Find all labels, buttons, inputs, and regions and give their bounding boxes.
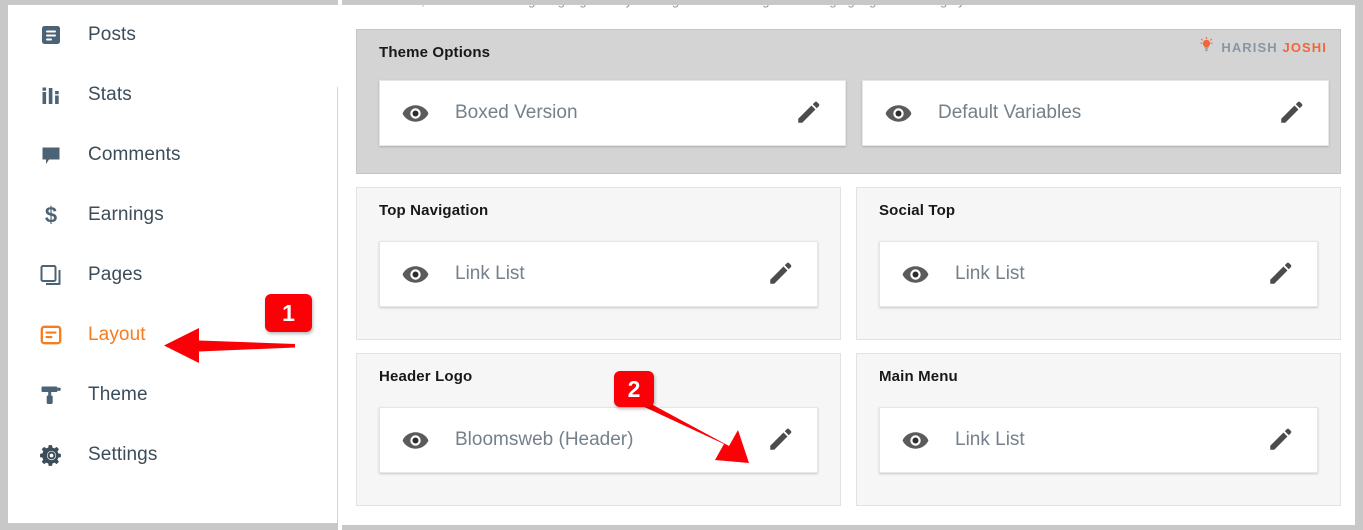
sidebar-item-label: Earnings: [88, 204, 164, 225]
widget-name: Link List: [955, 263, 1025, 284]
section-top-navigation: Top Navigation Link List: [356, 187, 841, 340]
page-description: Add, remove and configure gadgets on you…: [398, 5, 1298, 8]
sidebar-item-earnings[interactable]: $ Earnings: [8, 185, 338, 245]
svg-text:$: $: [45, 203, 57, 227]
widget-name: Link List: [455, 263, 525, 284]
sidebar-item-label: Pages: [88, 264, 143, 285]
screenshot-root: Posts Stats Comments $ Earnings Pages La…: [0, 0, 1363, 530]
eye-icon[interactable]: [902, 431, 929, 450]
widget-top-navigation-link-list[interactable]: Link List: [379, 241, 818, 307]
sidebar-item-settings[interactable]: Settings: [8, 425, 338, 485]
pencil-icon[interactable]: [1267, 427, 1293, 453]
layout-main-content: Add, remove and configure gadgets on you…: [342, 5, 1355, 525]
comments-icon: [36, 140, 66, 170]
widget-name: Link List: [955, 429, 1025, 450]
settings-icon: [36, 440, 66, 470]
widget-header-logo-bloomsweb[interactable]: Bloomsweb (Header): [379, 407, 818, 473]
eye-icon[interactable]: [902, 265, 929, 284]
widget-boxed-version[interactable]: Boxed Version: [379, 80, 846, 146]
section-social-top: Social Top Link List: [856, 187, 1341, 340]
section-header-logo: Header Logo Bloomsweb (Header): [356, 353, 841, 506]
widget-social-top-link-list[interactable]: Link List: [879, 241, 1318, 307]
header-logo-edit-pencil[interactable]: [767, 427, 793, 453]
widget-name: Default Variables: [938, 102, 1082, 123]
sidebar-item-stats[interactable]: Stats: [8, 65, 338, 125]
watermark-last-name: JOSHI: [1282, 40, 1327, 55]
section-title: Theme Options: [379, 44, 491, 61]
eye-icon[interactable]: [402, 104, 429, 123]
widget-name: Boxed Version: [455, 102, 578, 123]
section-title: Social Top: [879, 202, 956, 219]
sidebar-item-label: Stats: [88, 84, 132, 105]
watermark-text: HARISH JOSHI: [1221, 40, 1327, 55]
sidebar-item-label: Comments: [88, 144, 181, 165]
layout-icon: [36, 320, 66, 350]
widget-main-menu-link-list[interactable]: Link List: [879, 407, 1318, 473]
annotation-badge-1: 1: [265, 294, 312, 332]
section-theme-options: Theme Options Boxed Version Default Vari…: [356, 29, 1341, 174]
sidebar-nav-list: Posts Stats Comments $ Earnings Pages La…: [8, 5, 338, 485]
sidebar-item-label: Settings: [88, 444, 158, 465]
earnings-icon: $: [36, 200, 66, 230]
stats-icon: [36, 80, 66, 110]
sidebar-item-posts[interactable]: Posts: [8, 5, 338, 65]
pages-icon: [36, 260, 66, 290]
sidebar-item-comments[interactable]: Comments: [8, 125, 338, 185]
pencil-icon[interactable]: [795, 100, 821, 126]
eye-icon[interactable]: [402, 431, 429, 450]
widget-name: Bloomsweb (Header): [455, 429, 634, 450]
section-title: Top Navigation: [379, 202, 489, 219]
annotation-badge-2: 2: [614, 371, 654, 407]
pencil-icon[interactable]: [1278, 100, 1304, 126]
pencil-icon[interactable]: [1267, 261, 1293, 287]
sidebar-item-theme[interactable]: Theme: [8, 365, 338, 425]
theme-icon: [36, 380, 66, 410]
eye-icon[interactable]: [885, 104, 912, 123]
sidebar-item-label: Posts: [88, 24, 137, 45]
sidebar-item-label: Layout: [88, 324, 146, 345]
section-main-menu: Main Menu Link List: [856, 353, 1341, 506]
eye-icon[interactable]: [402, 265, 429, 284]
pencil-icon[interactable]: [767, 261, 793, 287]
lightbulb-icon: [1199, 37, 1214, 58]
watermark-first-name: HARISH: [1221, 40, 1278, 55]
posts-icon: [36, 20, 66, 50]
section-title: Main Menu: [879, 368, 958, 385]
section-title: Header Logo: [379, 368, 473, 385]
sidebar: Posts Stats Comments $ Earnings Pages La…: [8, 5, 338, 523]
watermark: HARISH JOSHI: [1199, 37, 1327, 58]
sidebar-item-label: Theme: [88, 384, 148, 405]
widget-default-variables[interactable]: Default Variables: [862, 80, 1329, 146]
